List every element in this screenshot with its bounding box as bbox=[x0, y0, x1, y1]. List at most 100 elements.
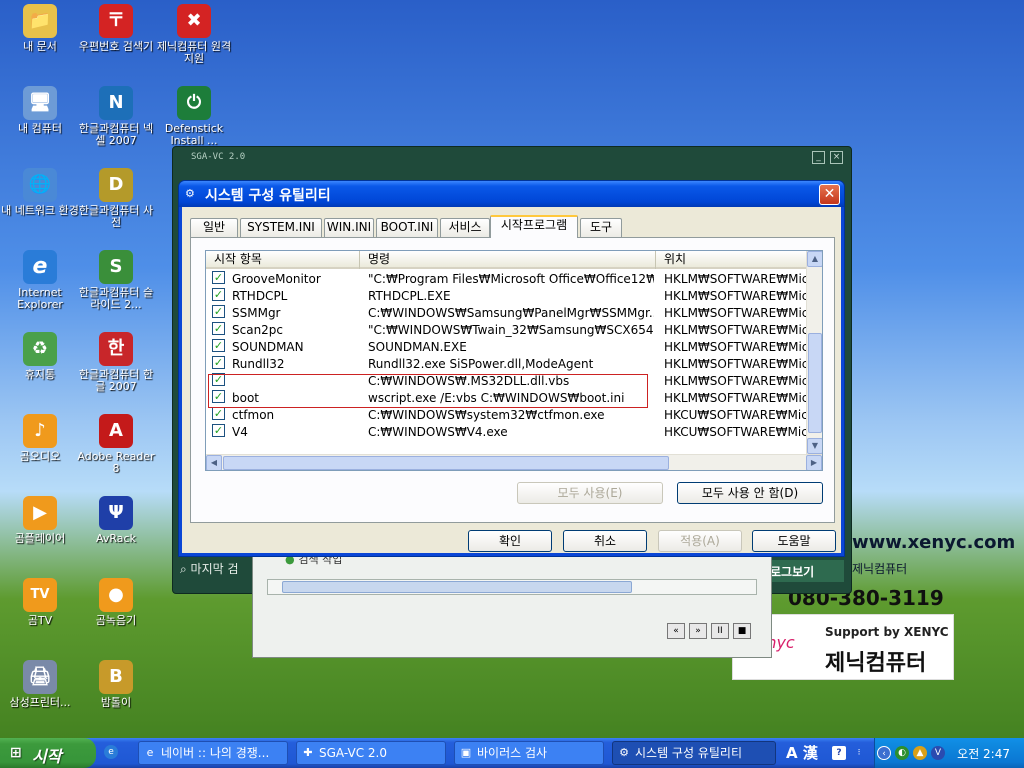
system-configuration-dialog[interactable]: ⚙ 시스템 구성 유틸리티 ✕ 일반 SYSTEM.INI WIN.INI BO… bbox=[178, 180, 845, 557]
startup-item-command: RTHDCPL.EXE bbox=[368, 289, 451, 303]
scroll-down-arrow-icon[interactable]: ▼ bbox=[807, 438, 822, 454]
desktop-icon-gom-player[interactable]: ▶ 곰플레이어 bbox=[0, 496, 80, 545]
task-label: 네이버 :: 나의 경쟁... bbox=[161, 746, 270, 760]
desktop-icon-gom-audio[interactable]: ♪ 곰오디오 bbox=[0, 414, 80, 463]
checkbox[interactable]: ✓ bbox=[212, 407, 225, 420]
dialog-close-button[interactable]: ✕ bbox=[819, 184, 840, 205]
table-row[interactable]: ✓ ctfmon C:₩WINDOWS₩system32₩ctfmon.exe HKC… bbox=[206, 407, 808, 424]
scroll-up-arrow-icon[interactable]: ▲ bbox=[807, 251, 822, 267]
fast-forward-button[interactable]: » bbox=[689, 623, 707, 639]
table-row[interactable]: ✓ SOUNDMAN SOUNDMAN.EXE HKLM₩SOFTWARE₩Mic bbox=[206, 339, 808, 356]
startup-item-name: V4 bbox=[232, 425, 248, 439]
task-naver[interactable]: e 네이버 :: 나의 경쟁... bbox=[138, 741, 288, 765]
desktop-icon-zipcode[interactable]: 〒 우편번호 검색기 bbox=[76, 4, 156, 53]
tab-win-ini[interactable]: WIN.INI bbox=[324, 218, 374, 237]
column-header-startup-item[interactable]: 시작 항목 bbox=[206, 251, 360, 269]
disable-all-button[interactable]: 모두 사용 안 함(D) bbox=[677, 482, 823, 504]
folder-icon: 📁 bbox=[23, 4, 57, 38]
checkbox[interactable]: ✓ bbox=[212, 288, 225, 301]
vertical-scroll-thumb[interactable] bbox=[808, 333, 822, 433]
tab-startup[interactable]: 시작프로그램 bbox=[490, 215, 578, 238]
tab-boot-ini[interactable]: BOOT.INI bbox=[376, 218, 438, 237]
tab-system-ini[interactable]: SYSTEM.INI bbox=[240, 218, 322, 237]
desktop-icon-my-documents[interactable]: 📁 내 문서 bbox=[0, 4, 80, 53]
startup-item-command: "C:₩Program Files₩Microsoft Office₩Offic… bbox=[368, 272, 654, 286]
enable-all-button[interactable]: 모두 사용(E) bbox=[517, 482, 663, 504]
desktop-icon-label: 내 컴퓨터 bbox=[18, 122, 62, 135]
startup-item-name: Rundll32 bbox=[232, 357, 285, 371]
desktop-icon-my-computer[interactable]: 🖥 내 컴퓨터 bbox=[0, 86, 80, 135]
vertical-scrollbar[interactable]: ▲ ▼ bbox=[806, 251, 822, 454]
taskbar: ⊞ 시작 e e 네이버 :: 나의 경쟁... ✚ SGA-VC 2.0 ▣ … bbox=[0, 738, 1024, 768]
desktop-icon-remote-support[interactable]: ✖ 제닉컴퓨터 원격지원 bbox=[154, 4, 234, 65]
log-view-button[interactable]: 로그보기 bbox=[768, 560, 844, 582]
stop-button[interactable]: ■ bbox=[733, 623, 751, 639]
task-sga-vc[interactable]: ✚ SGA-VC 2.0 bbox=[296, 741, 446, 765]
table-row[interactable]: ✓ GrooveMonitor "C:₩Program Files₩Microsof… bbox=[206, 271, 808, 288]
horizontal-scroll-thumb[interactable] bbox=[223, 456, 669, 470]
checkbox[interactable]: ✓ bbox=[212, 322, 225, 335]
task-system-configuration[interactable]: ⚙ 시스템 구성 유틸리티 bbox=[612, 741, 776, 765]
desktop-icon-gom-recorder[interactable]: ● 곰녹음기 bbox=[76, 578, 156, 627]
desktop-icon-samsung-printer[interactable]: 🖨 삼성프린터... bbox=[0, 660, 80, 709]
desktop-icon-adobe-reader[interactable]: A Adobe Reader 8 bbox=[76, 414, 156, 475]
tab-tools[interactable]: 도구 bbox=[580, 218, 622, 237]
close-button[interactable]: × bbox=[830, 151, 843, 164]
checkbox[interactable]: ✓ bbox=[212, 339, 225, 352]
tab-services[interactable]: 서비스 bbox=[440, 218, 490, 237]
checkbox[interactable]: ✓ bbox=[212, 424, 225, 437]
dialog-client-area: 일반 SYSTEM.INI WIN.INI BOOT.INI 서비스 시작프로그… bbox=[182, 207, 841, 553]
table-row[interactable]: ✓ Scan2pc "C:₩WINDOWS₩Twain_32₩Samsung₩SCX… bbox=[206, 322, 808, 339]
table-row[interactable]: ✓ Rundll32 Rundll32.exe SiSPower.dll,ModeA… bbox=[206, 356, 808, 373]
scroll-thumb[interactable] bbox=[282, 581, 632, 593]
language-bar[interactable]: A 漢 bbox=[786, 742, 818, 764]
table-row[interactable]: ✓ RTHDCPL RTHDCPL.EXE HKLM₩SOFTWARE₩Mic bbox=[206, 288, 808, 305]
dialog-titlebar[interactable]: ⚙ 시스템 구성 유틸리티 ✕ bbox=[179, 181, 844, 207]
desktop-icon-dictionary[interactable]: D 한글과컴퓨터 사전 bbox=[76, 168, 156, 229]
desktop-icon-label: 한글과컴퓨터 한글 2007 bbox=[78, 368, 154, 393]
quick-launch-ie-icon[interactable]: e bbox=[104, 745, 118, 759]
startup-list[interactable]: 시작 항목 명령 위치 ✓ GrooveMonitor "C:₩Program Fi… bbox=[205, 250, 823, 471]
desktop-icon-recycle-bin[interactable]: ♻ 휴지통 bbox=[0, 332, 80, 381]
sga-horizontal-scrollbar[interactable] bbox=[267, 579, 757, 595]
table-row[interactable]: ✓ V4 C:₩WINDOWS₩V4.exe HKCU₩SOFTWARE₩Mic bbox=[206, 424, 808, 441]
desktop-icon-bamtori[interactable]: B 밤톨이 bbox=[76, 660, 156, 709]
ok-button[interactable]: 확인 bbox=[468, 530, 552, 552]
column-header-location[interactable]: 위치 bbox=[656, 251, 808, 269]
desktop-icon-nexcel[interactable]: N 한글과컴퓨터 넥셀 2007 bbox=[76, 86, 156, 147]
v3-tray-icon[interactable]: V bbox=[931, 746, 945, 760]
checkbox[interactable]: ✓ bbox=[212, 356, 225, 369]
pause-button[interactable]: II bbox=[711, 623, 729, 639]
printer-icon: 🖨 bbox=[23, 660, 57, 694]
desktop-icon-defenstick[interactable]: ⏻ Defenstick Install ... bbox=[154, 86, 234, 147]
horizontal-scrollbar[interactable]: ◀ ▶ bbox=[206, 454, 822, 470]
desktop-icon-slide[interactable]: S 한글과컴퓨터 슬라이드 2... bbox=[76, 250, 156, 311]
column-header-command[interactable]: 명령 bbox=[360, 251, 656, 269]
shield-tray-icon[interactable]: ▲ bbox=[913, 746, 927, 760]
desktop-icon-internet-explorer[interactable]: e Internet Explorer bbox=[0, 250, 80, 311]
startup-item-location: HKLM₩SOFTWARE₩Mic bbox=[664, 357, 808, 371]
checkbox[interactable]: ✓ bbox=[212, 271, 225, 284]
apply-button[interactable]: 적용(A) bbox=[658, 530, 742, 552]
table-row[interactable]: ✓ SSMMgr C:₩WINDOWS₩Samsung₩PanelMgr₩SSMMg… bbox=[206, 305, 808, 322]
checkbox[interactable]: ✓ bbox=[212, 305, 225, 318]
help-tray-icon[interactable]: ? bbox=[832, 746, 846, 760]
sga-search-label[interactable]: ⌕ 마지막 검 bbox=[180, 560, 239, 577]
task-virus-scan[interactable]: ▣ 바이러스 검사 bbox=[454, 741, 604, 765]
desktop-icon-avrack[interactable]: Ψ AvRack bbox=[76, 496, 156, 545]
security-tray-icon[interactable]: ◐ bbox=[895, 746, 909, 760]
minimize-button[interactable]: _ bbox=[812, 151, 825, 164]
cancel-button[interactable]: 취소 bbox=[563, 530, 647, 552]
scroll-right-arrow-icon[interactable]: ▶ bbox=[806, 455, 822, 470]
tab-general[interactable]: 일반 bbox=[190, 218, 238, 237]
rewind-button[interactable]: « bbox=[667, 623, 685, 639]
scroll-left-arrow-icon[interactable]: ◀ bbox=[206, 455, 222, 470]
desktop-icon-gom-tv[interactable]: TV 곰TV bbox=[0, 578, 80, 627]
gom-player-icon: ▶ bbox=[23, 496, 57, 530]
ime-options-icon[interactable]: ⁝ bbox=[852, 746, 866, 760]
help-button[interactable]: 도움말 bbox=[752, 530, 836, 552]
start-button[interactable]: ⊞ 시작 bbox=[0, 738, 96, 768]
desktop-icon-hangul[interactable]: 한 한글과컴퓨터 한글 2007 bbox=[76, 332, 156, 393]
desktop-icon-network[interactable]: 🌐 내 네트워크 환경 bbox=[0, 168, 80, 217]
tray-expand-icon[interactable]: ‹ bbox=[877, 746, 891, 760]
